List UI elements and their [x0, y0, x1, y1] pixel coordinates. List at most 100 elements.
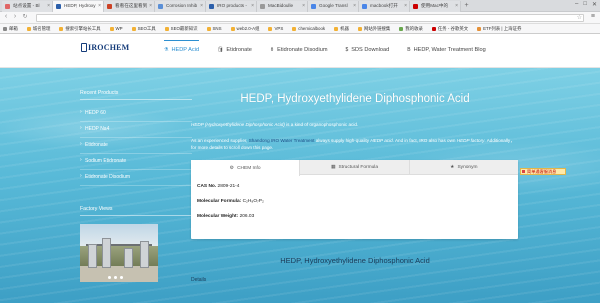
dollar-icon: $: [345, 47, 349, 53]
cas-value: 2809-21-4: [217, 184, 240, 189]
supplier-text-a: As an experienced supplier,: [191, 138, 249, 143]
bookmark-item[interactable]: SNS: [206, 26, 222, 31]
nav-item[interactable]: ⚱ Etidronate Disodium: [270, 47, 328, 53]
bookmark-label: SEO最新知识: [170, 25, 198, 31]
page-title: HEDP, Hydroxyethylidene Diphosphonic Aci…: [240, 93, 470, 105]
browser-tab[interactable]: MacBidoulle ×: [257, 1, 308, 12]
tab-close-icon[interactable]: ×: [47, 3, 50, 9]
bookmark-item[interactable]: web2.0-A组: [230, 26, 259, 32]
maximize-button[interactable]: □: [583, 1, 587, 8]
product-link[interactable]: Sodium Etidronate: [80, 154, 192, 170]
bookmark-label: 任务 - 谷歌英文: [437, 25, 469, 31]
info-tab[interactable]: ▦ Structural Formula: [300, 160, 410, 174]
bookmark-item[interactable]: 机器: [334, 26, 349, 32]
supplier-link[interactable]: Shandong IRO Water Treatment: [249, 138, 315, 143]
tab-favicon-icon: [56, 4, 61, 9]
bookmark-item[interactable]: 城名管理: [26, 25, 51, 32]
supplier-paragraph: As an experienced supplier, Shandong IRO…: [191, 137, 519, 151]
bookmark-star-icon[interactable]: ☆: [577, 14, 582, 21]
new-tab-button[interactable]: +: [461, 1, 472, 12]
nav-item[interactable]: B HEDP, Water Treatment Blog: [407, 47, 485, 53]
weight-value: 206.03: [239, 214, 255, 219]
nav-item[interactable]: 🛢 Etidronate: [217, 47, 252, 53]
formula-row: Molecular Formula: C₂H₈O₇P₂: [197, 199, 512, 204]
factory-tank: [88, 244, 97, 268]
slider-dot[interactable]: [120, 276, 123, 279]
tab-close-icon[interactable]: ×: [251, 3, 254, 9]
chat-widget[interactable]: 简单通客服消息: [520, 168, 566, 175]
minimize-button[interactable]: –: [575, 1, 578, 8]
tab-label: IRO products -: [217, 3, 247, 8]
reload-button[interactable]: ↻: [21, 13, 29, 20]
product-link[interactable]: Etidronate: [80, 138, 192, 154]
tab-close-icon[interactable]: ×: [455, 3, 458, 9]
site-logo[interactable]: IROCHEM: [81, 43, 129, 52]
slider-dot[interactable]: [114, 276, 117, 279]
browser-tab[interactable]: 看看在这里看到 ×: [104, 1, 155, 12]
bookmarks-bar: 邮箱 城名管理 搜索引擎站长工具 WP SEO工具 SEO最新知识 SNS web2.0-A组…: [0, 24, 600, 34]
tab-close-icon[interactable]: ×: [149, 3, 152, 9]
bookmark-item[interactable]: VPS: [268, 26, 283, 31]
bookmark-item[interactable]: 搜索引擎站长工具: [59, 26, 101, 32]
weight-label: Molecular Weight:: [197, 214, 239, 219]
bookmark-item[interactable]: 我的收录: [399, 26, 423, 32]
browser-tab[interactable]: 站点设置 - Bl ×: [2, 1, 53, 12]
bookmark-item[interactable]: SEO最新知识: [164, 25, 198, 32]
bookmark-item[interactable]: WP: [109, 26, 123, 31]
factory-tank: [140, 241, 149, 268]
bookmark-item[interactable]: chemicalbook: [292, 26, 325, 31]
slider-dot[interactable]: [108, 276, 111, 279]
bookmark-item[interactable]: 网站外链搜集: [357, 26, 390, 32]
bookmark-item[interactable]: 任务 - 谷歌英文: [431, 25, 469, 32]
bookmark-label: chemicalbook: [298, 26, 326, 31]
browser-tab[interactable]: HEDP, Hydroxy ×: [53, 1, 104, 12]
info-tab[interactable]: ⚙ CHEM Info: [191, 160, 301, 176]
supplier-text-b: always supply high-quality: [314, 138, 371, 143]
product-link[interactable]: Etidronate Disodium: [80, 170, 192, 186]
bookmark-label: VPS: [274, 26, 284, 31]
bookmark-item[interactable]: 邮箱: [3, 26, 18, 32]
browser-menu-button[interactable]: ≡: [591, 13, 595, 20]
browser-tab[interactable]: 使用Mac中的 ×: [410, 1, 461, 12]
address-toolbar: ‹ › ↻ ☆ ≡: [0, 12, 600, 24]
tab-close-icon[interactable]: ×: [200, 3, 203, 9]
nav-label: Etidronate Disodium: [277, 47, 328, 53]
tab-close-icon[interactable]: ×: [404, 3, 407, 9]
forward-button[interactable]: ›: [11, 13, 19, 20]
flask-icon: ⚗: [164, 47, 169, 53]
tab-close-icon[interactable]: ×: [353, 3, 356, 9]
factory-tank: [124, 248, 133, 268]
close-window-button[interactable]: ✕: [592, 1, 597, 8]
address-input[interactable]: [36, 14, 584, 22]
browser-tab[interactable]: macbook打开 ×: [359, 1, 410, 12]
browser-tab[interactable]: Corrosion Inhib ×: [155, 1, 206, 12]
bookmark-label: 城名管理: [32, 25, 51, 31]
browser-tab[interactable]: Google Transl ×: [308, 1, 359, 12]
info-tab[interactable]: ★ Synonym: [410, 160, 518, 174]
info-tab-label: Structural Formula: [338, 164, 378, 170]
tab-close-icon[interactable]: ×: [302, 3, 305, 9]
bookmark-label: SEO工具: [137, 25, 156, 31]
tab-favicon-icon: [158, 4, 163, 9]
formula-label: Molecular Formula:: [197, 199, 242, 204]
bookmark-label: 邮箱: [9, 25, 18, 31]
nav-item[interactable]: ⚗ HEDP Acid: [164, 40, 200, 53]
bookmark-item[interactable]: ETF列表 | 上海证券: [477, 26, 521, 32]
nav-item[interactable]: $ SDS Download: [346, 47, 390, 53]
browser-tab[interactable]: IRO products - ×: [206, 1, 257, 12]
factory-photo[interactable]: [80, 224, 158, 282]
folder-icon: [109, 26, 114, 31]
bottle-icon: 🛢: [217, 47, 224, 53]
tab-close-icon[interactable]: ×: [98, 3, 101, 9]
bookmark-item[interactable]: SEO工具: [131, 25, 156, 32]
cas-row: CAS No. 2809-21-4: [197, 184, 512, 189]
product-link[interactable]: HEDP 60: [80, 106, 192, 122]
tab-label: HEDP, Hydroxy: [64, 3, 96, 8]
tab-favicon-icon: [413, 4, 418, 9]
tab-favicon-icon: [260, 4, 265, 9]
weight-row: Molecular Weight: 206.03: [197, 214, 512, 219]
back-button[interactable]: ‹: [2, 13, 10, 20]
tab-favicon-icon: [311, 4, 316, 9]
gear-icon: ⚙: [229, 165, 235, 171]
product-link[interactable]: HEDP Na4: [80, 122, 192, 138]
